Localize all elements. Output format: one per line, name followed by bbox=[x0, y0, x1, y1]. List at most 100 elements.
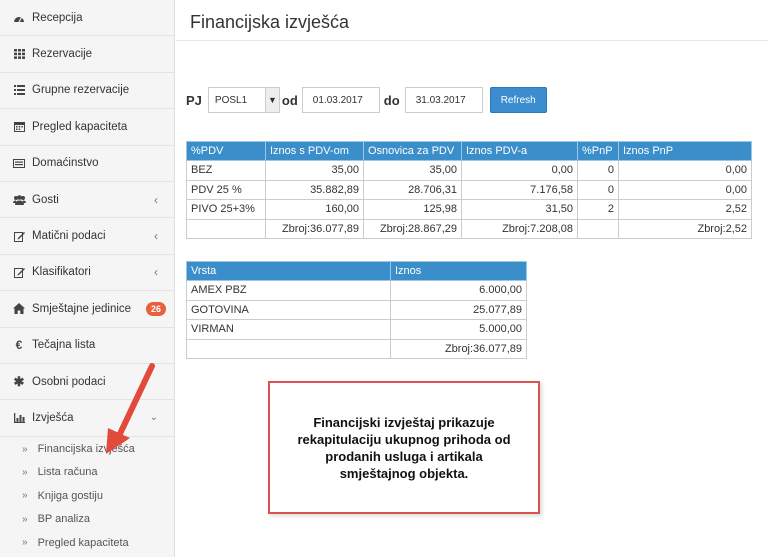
table-cell: Zbroj:2,52 bbox=[618, 218, 752, 239]
table-cell bbox=[577, 218, 619, 239]
sidebar-item-label: Recepcija bbox=[32, 11, 83, 24]
table-cell: 35.882,89 bbox=[265, 179, 364, 200]
column-header: Iznos bbox=[390, 261, 527, 281]
table-row: PIVO 25+3% 160,00 125,98 31,50 2 2,52 bbox=[186, 199, 752, 220]
sidebar: Recepcija Rezervacije Grupne rezervacije… bbox=[0, 0, 175, 557]
asterisk-icon: ✱ bbox=[13, 373, 25, 389]
table-cell: 28.706,31 bbox=[363, 179, 462, 200]
double-chevron-right-icon: » bbox=[22, 513, 28, 525]
chevron-left-icon: ‹ bbox=[154, 265, 158, 280]
table-row: GOTOVINA 25.077,89 bbox=[186, 299, 527, 320]
do-label: do bbox=[383, 92, 400, 108]
refresh-button[interactable]: Refresh bbox=[489, 87, 547, 113]
table-cell bbox=[186, 338, 391, 359]
submenu-item-label: BP analiza bbox=[37, 513, 90, 526]
table-cell: BEZ bbox=[186, 160, 266, 181]
double-chevron-right-icon: » bbox=[22, 490, 28, 502]
submenu-item-pregled-kapaciteta[interactable]: » Pregled kapaciteta bbox=[0, 531, 174, 555]
sidebar-item-domacinstvo[interactable]: Domaćinstvo bbox=[0, 145, 174, 182]
sidebar-item-label: Tečajna lista bbox=[32, 339, 96, 352]
table-header-row: Vrsta Iznos bbox=[186, 261, 527, 281]
sidebar-item-rezervacije[interactable]: Rezervacije bbox=[0, 36, 174, 73]
table-cell: Zbroj:36.077,89 bbox=[265, 218, 364, 239]
table-cell: 0,00 bbox=[618, 179, 752, 200]
table-cell: PDV 25 % bbox=[186, 179, 266, 200]
table-total-row: Zbroj:36.077,89 Zbroj:28.867,29 Zbroj:7.… bbox=[186, 218, 752, 239]
filter-bar: PJ POSL1 ▼ od 01.03.2017 do 31.03.2017 R… bbox=[186, 87, 547, 113]
double-chevron-right-icon: » bbox=[22, 443, 28, 455]
column-header: Iznos PDV-a bbox=[461, 141, 578, 161]
annotation-callout: Financijski izvještaj prikazuje rekapitu… bbox=[268, 381, 540, 514]
sidebar-item-pregled-kapaciteta[interactable]: Pregled kapaciteta bbox=[0, 109, 174, 146]
table-cell: AMEX PBZ bbox=[186, 280, 391, 301]
table-cell: 160,00 bbox=[265, 199, 364, 220]
pdv-table: %PDV Iznos s PDV-om Osnovica za PDV Izno… bbox=[186, 141, 752, 239]
chevron-left-icon: ‹ bbox=[154, 229, 158, 244]
column-header: %PnP bbox=[577, 141, 619, 161]
sidebar-item-label: Izvješća bbox=[32, 411, 74, 424]
table-cell: 125,98 bbox=[363, 199, 462, 220]
euro-icon: € bbox=[15, 338, 23, 353]
table-cell: Zbroj:28.867,29 bbox=[363, 218, 462, 239]
sidebar-item-grupne-rezervacije[interactable]: Grupne rezervacije bbox=[0, 72, 174, 110]
submenu-item-knjiga-gostiju[interactable]: » Knjiga gostiju bbox=[0, 483, 174, 508]
sidebar-item-smjestajne-jedinice[interactable]: Smještajne jedinice 26 bbox=[0, 291, 174, 328]
submenu-item-label: Lista računa bbox=[37, 466, 98, 479]
double-chevron-right-icon: » bbox=[22, 466, 28, 478]
pj-select[interactable]: POSL1 ▼ bbox=[207, 87, 280, 113]
home-icon bbox=[12, 303, 26, 315]
sidebar-item-label: Osobni podaci bbox=[32, 375, 106, 388]
sidebar-item-maticni-podaci[interactable]: Matični podaci ‹ bbox=[0, 218, 174, 255]
sidebar-item-label: Matični podaci bbox=[32, 230, 106, 243]
table-row: PDV 25 % 35.882,89 28.706,31 7.176,58 0 … bbox=[186, 179, 752, 200]
date-from-input[interactable]: 01.03.2017 bbox=[301, 87, 380, 113]
grid-icon bbox=[12, 49, 26, 59]
double-chevron-right-icon: » bbox=[22, 537, 28, 549]
column-header: Vrsta bbox=[186, 261, 391, 281]
table-cell: Zbroj:36.077,89 bbox=[390, 338, 527, 359]
table-cell: 0 bbox=[577, 160, 619, 181]
sidebar-item-label: Grupne rezervacije bbox=[32, 84, 130, 97]
sidebar-item-label: Smještajne jedinice bbox=[32, 302, 132, 315]
table-cell: 5.000,00 bbox=[390, 319, 527, 340]
pj-label: PJ bbox=[186, 92, 202, 108]
date-to-input[interactable]: 31.03.2017 bbox=[404, 87, 483, 113]
annotation-arrow-icon bbox=[106, 363, 155, 454]
list-icon bbox=[12, 85, 26, 96]
sidebar-item-label: Pregled kapaciteta bbox=[32, 120, 128, 133]
table-row: BEZ 35,00 35,00 0,00 0 0,00 bbox=[186, 160, 752, 181]
column-header: Iznos s PDV-om bbox=[265, 141, 364, 161]
sidebar-item-label: Klasifikatori bbox=[32, 266, 91, 279]
table-cell: 0 bbox=[577, 179, 619, 200]
table-cell: 25.077,89 bbox=[390, 299, 527, 320]
table-row: VIRMAN 5.000,00 bbox=[186, 319, 527, 340]
users-icon bbox=[12, 194, 26, 205]
submenu-item-lista-racuna[interactable]: » Lista računa bbox=[0, 460, 174, 484]
table-cell: 31,50 bbox=[461, 199, 578, 220]
table-cell: 7.176,58 bbox=[461, 179, 578, 200]
table-cell: VIRMAN bbox=[186, 319, 391, 340]
sidebar-item-recepcija[interactable]: Recepcija bbox=[0, 0, 174, 37]
sidebar-item-klasifikatori[interactable]: Klasifikatori ‹ bbox=[0, 254, 174, 292]
table-cell bbox=[186, 218, 266, 239]
edit-icon bbox=[12, 231, 26, 242]
table-cell: 0,00 bbox=[618, 160, 752, 181]
pj-select-value: POSL1 bbox=[214, 94, 248, 106]
table-cell: 35,00 bbox=[265, 160, 364, 181]
page-title: Financijska izvješća bbox=[190, 12, 350, 32]
sidebar-item-gosti[interactable]: Gosti ‹ bbox=[0, 181, 174, 219]
table-cell: 6.000,00 bbox=[390, 280, 527, 301]
sidebar-item-tecajna-lista[interactable]: € Tečajna lista bbox=[0, 327, 174, 364]
od-label: od bbox=[281, 92, 298, 108]
calendar-icon bbox=[12, 121, 26, 133]
table-cell: 35,00 bbox=[363, 160, 462, 181]
dashboard-icon bbox=[12, 13, 26, 23]
count-badge: 26 bbox=[145, 301, 166, 316]
column-header: Iznos PnP bbox=[618, 141, 752, 161]
submenu-item-bp-analiza[interactable]: » BP analiza bbox=[0, 507, 174, 532]
chevron-left-icon: ‹ bbox=[154, 192, 158, 207]
table-cell: 2,52 bbox=[618, 199, 752, 220]
chevron-down-icon: ▼ bbox=[264, 88, 279, 112]
table-total-row: Zbroj:36.077,89 bbox=[186, 338, 527, 359]
table-row: AMEX PBZ 6.000,00 bbox=[186, 280, 527, 301]
